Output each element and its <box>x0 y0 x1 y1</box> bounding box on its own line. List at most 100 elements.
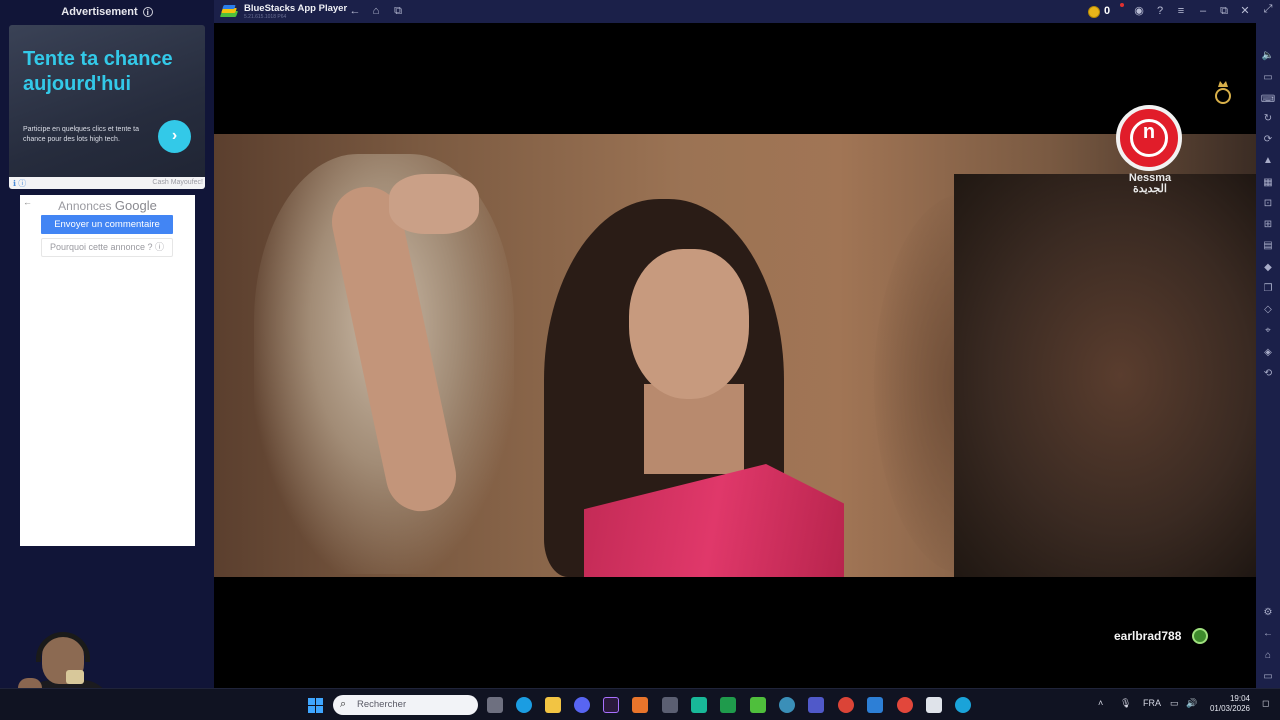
why-this-ad-label: Pourquoi cette annonce ? <box>49 242 153 252</box>
expand-icon[interactable]: ⤢ <box>1261 2 1275 16</box>
files-icon[interactable]: ❐ <box>1260 282 1276 296</box>
google-logo-text: Google <box>114 198 157 213</box>
ad-title: Tente ta chance aujourd'hui <box>23 48 173 95</box>
channel-name: Nessma الجديدة <box>1128 172 1172 195</box>
layers-icon[interactable]: ◈ <box>1260 346 1276 360</box>
google-annonces-label: Annonces Google <box>20 198 195 213</box>
advertisement-label: Advertisement <box>61 6 138 18</box>
ad-banner[interactable]: Tente ta chance aujourd'hui Participe en… <box>9 25 205 189</box>
excel-icon[interactable] <box>720 697 736 713</box>
home-icon[interactable]: ⌂ <box>1260 649 1276 663</box>
restore-icon[interactable]: ⧉ <box>1217 4 1231 18</box>
notification-dot <box>1120 3 1124 7</box>
emulator-sidebar: 🔈 ▭ ⌨ ↻ ⟳ ▲ ▦ ⊡ ⊞ ▤ ◆ ❐ ◇ ⌖ ◈ ⟲ ⚙ ← ⌂ ▭ <box>1256 23 1280 688</box>
nessma-logo-icon: n <box>1116 105 1182 171</box>
google-ad-panel: ← Annonces Google Envoyer un commentaire… <box>20 195 195 546</box>
discord-icon[interactable] <box>574 697 590 713</box>
steam-icon[interactable] <box>779 697 795 713</box>
why-this-ad-button[interactable]: Pourquoi cette annonce ? ⓘ <box>41 238 173 257</box>
app-version: 5.21.615.1018 P64 <box>244 14 287 20</box>
home-icon[interactable]: ⌂ <box>369 4 383 18</box>
eco-icon[interactable]: ◇ <box>1260 303 1276 317</box>
help-icon[interactable]: ? <box>1153 4 1167 18</box>
rotate-icon[interactable]: ↻ <box>1260 112 1276 126</box>
bluestacks-logo-icon <box>219 5 239 18</box>
emulator-titlebar[interactable]: BlueStacks App Player 5.21.615.1018 P64 … <box>214 0 1280 23</box>
search-icon: ⌕ <box>340 698 347 710</box>
clock-time: 19:04 <box>1229 694 1250 703</box>
recents-icon[interactable]: ▭ <box>1260 670 1276 684</box>
taskbar-search[interactable]: ⌕ Rechercher <box>333 695 478 715</box>
fl-studio-icon[interactable] <box>632 697 648 713</box>
raised-hand <box>389 174 479 234</box>
keyboard-icon[interactable]: ⌨ <box>1260 93 1276 107</box>
folder-icon[interactable]: ▤ <box>1260 239 1276 253</box>
minimize-icon[interactable]: – <box>1196 4 1210 18</box>
volume-icon[interactable]: 🔈 <box>1260 49 1276 63</box>
speaker-icon[interactable]: 🔊 <box>1186 698 1197 709</box>
ad-sidebar: Advertisement i Tente ta chance aujourd'… <box>0 0 214 720</box>
ad-footer-strip: ℹ ⓘ Cash Mayoufec! <box>9 177 205 189</box>
location-icon[interactable]: ⌖ <box>1260 324 1276 338</box>
edge-icon[interactable] <box>516 697 532 713</box>
close-icon[interactable]: ✕ <box>1238 4 1252 18</box>
ad-brand: Cash Mayoufec! <box>152 179 203 186</box>
coin-icon[interactable] <box>1088 6 1100 18</box>
media-icon[interactable]: ▭ <box>1260 71 1276 85</box>
viewer-username: earlbrad788 <box>1114 629 1182 643</box>
advertisement-header: Advertisement i <box>0 6 214 18</box>
network-icon[interactable]: ▭ <box>1170 698 1179 709</box>
crown-icon <box>1214 81 1232 104</box>
send-feedback-button[interactable]: Envoyer un commentaire <box>41 215 173 234</box>
video-frame <box>214 134 1256 577</box>
screenshot-icon[interactable]: ⊡ <box>1260 197 1276 211</box>
annonces-text: Annonces <box>58 199 112 213</box>
file-explorer-icon[interactable] <box>545 697 561 713</box>
search-placeholder: Rechercher <box>357 699 407 710</box>
taskbar-clock[interactable]: 19:04 01/03/2026 <box>1200 694 1250 714</box>
window-app-icon[interactable] <box>867 697 883 713</box>
settings-icon[interactable]: ⚙ <box>1260 606 1276 620</box>
task-view-icon[interactable] <box>487 697 503 713</box>
info-icon[interactable]: i <box>142 7 153 18</box>
camera-icon[interactable]: ⊞ <box>1260 218 1276 232</box>
chevron-up-icon[interactable]: ˄ <box>1098 698 1103 708</box>
calculator-icon[interactable] <box>662 697 678 713</box>
multi-instance-icon[interactable]: ⧉ <box>391 4 405 18</box>
coin-count: 0 <box>1104 5 1111 17</box>
headset-icon <box>36 632 90 662</box>
window-title: BlueStacks App Player <box>244 3 348 14</box>
video-player[interactable]: n Nessma الجديدة earlbrad788 <box>214 23 1256 688</box>
back-icon[interactable]: ← <box>348 4 362 18</box>
ad-arrow-button[interactable]: › <box>158 120 191 153</box>
cup-icon <box>66 670 84 684</box>
twitch-icon[interactable] <box>603 697 619 713</box>
apk-icon[interactable]: ◆ <box>1260 261 1276 275</box>
notepad-icon[interactable] <box>926 697 942 713</box>
info-icon: ⓘ <box>155 242 165 252</box>
foreground-person-right <box>954 174 1256 577</box>
sync-icon[interactable]: ⟳ <box>1260 133 1276 147</box>
app-icon[interactable] <box>691 697 707 713</box>
chrome-alt-icon[interactable] <box>897 697 913 713</box>
clock-date: 01/03/2026 <box>1209 704 1250 713</box>
windows-start-icon[interactable] <box>308 698 324 714</box>
notification-icon[interactable]: ◻ <box>1262 698 1269 709</box>
woman-face <box>629 249 749 399</box>
windows-taskbar: ⌕ Rechercher ˄ 🎙 FRA ▭ 🔊 19:04 01/03/202… <box>0 688 1280 720</box>
macro-icon[interactable]: ▲ <box>1260 154 1276 168</box>
back-icon[interactable]: ← <box>1260 627 1276 641</box>
account-icon[interactable]: ◉ <box>1132 4 1146 18</box>
refresh-icon[interactable]: ⟲ <box>1260 367 1276 381</box>
browser-icon[interactable] <box>955 697 971 713</box>
ad-description: Participe en quelques clics et tente ta … <box>23 126 139 143</box>
gamepad-icon[interactable]: ▦ <box>1260 176 1276 190</box>
language-indicator[interactable]: FRA <box>1143 698 1161 708</box>
teams-icon[interactable] <box>808 697 824 713</box>
user-badge-icon <box>1192 628 1208 644</box>
ad-choices-icon[interactable]: ℹ ⓘ <box>13 178 26 189</box>
menu-icon[interactable]: ≡ <box>1174 4 1188 18</box>
microphone-icon[interactable]: 🎙 <box>1120 698 1131 709</box>
chrome-icon[interactable] <box>838 697 854 713</box>
bluestacks-taskbar-icon[interactable] <box>750 697 766 713</box>
